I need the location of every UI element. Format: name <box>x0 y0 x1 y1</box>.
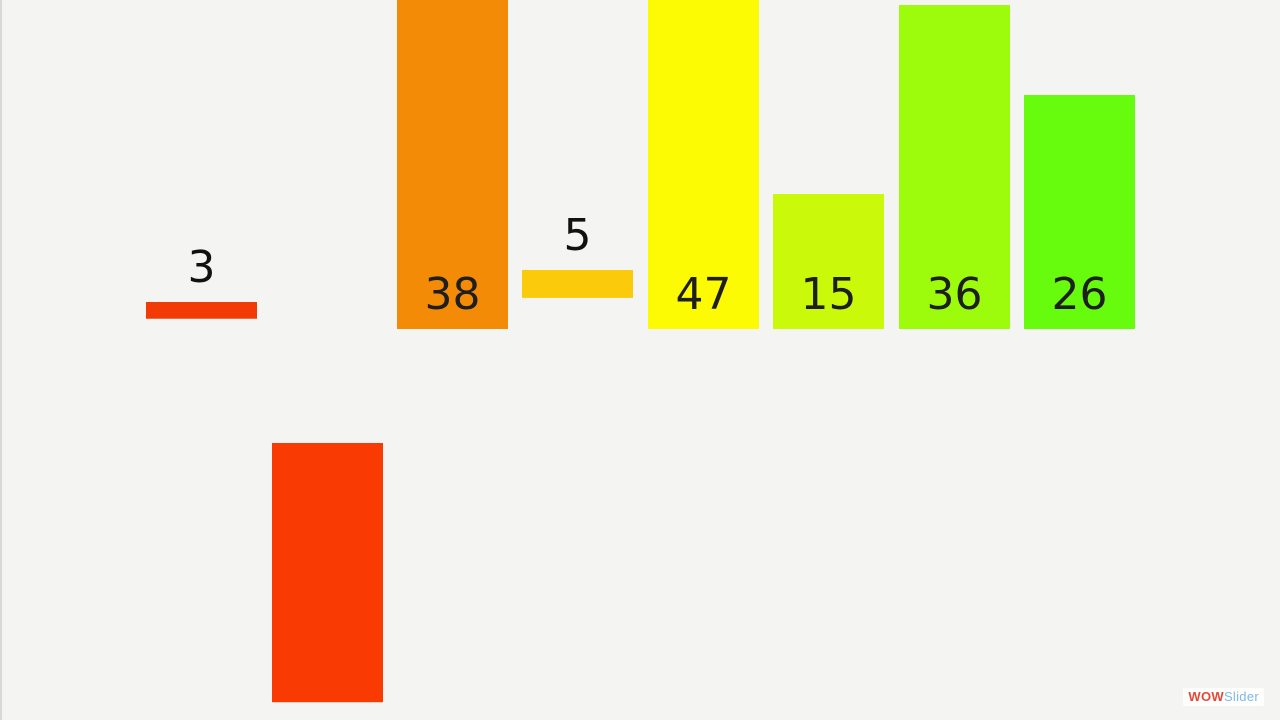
bar-chart: 3 38 5 47 15 36 26 <box>146 0 1135 703</box>
bar-0 <box>146 302 257 319</box>
wowslider-watermark: WOWSlider <box>1183 688 1264 706</box>
bar-label-2: 38 <box>425 269 481 320</box>
bar-label-6: 36 <box>927 269 983 320</box>
chart-stage: 3 38 5 47 15 36 26 WOWSlider <box>0 0 1280 720</box>
bar-3 <box>522 270 633 298</box>
watermark-part-b: Slider <box>1223 689 1259 704</box>
bar-label-0: 3 <box>188 242 216 293</box>
watermark-part-a: WOW <box>1188 689 1224 704</box>
bar-1 <box>272 443 383 703</box>
bar-label-5: 15 <box>801 269 857 320</box>
bar-label-4: 47 <box>676 269 732 320</box>
bar-label-7: 26 <box>1052 269 1108 320</box>
bar-label-3: 5 <box>564 210 592 261</box>
